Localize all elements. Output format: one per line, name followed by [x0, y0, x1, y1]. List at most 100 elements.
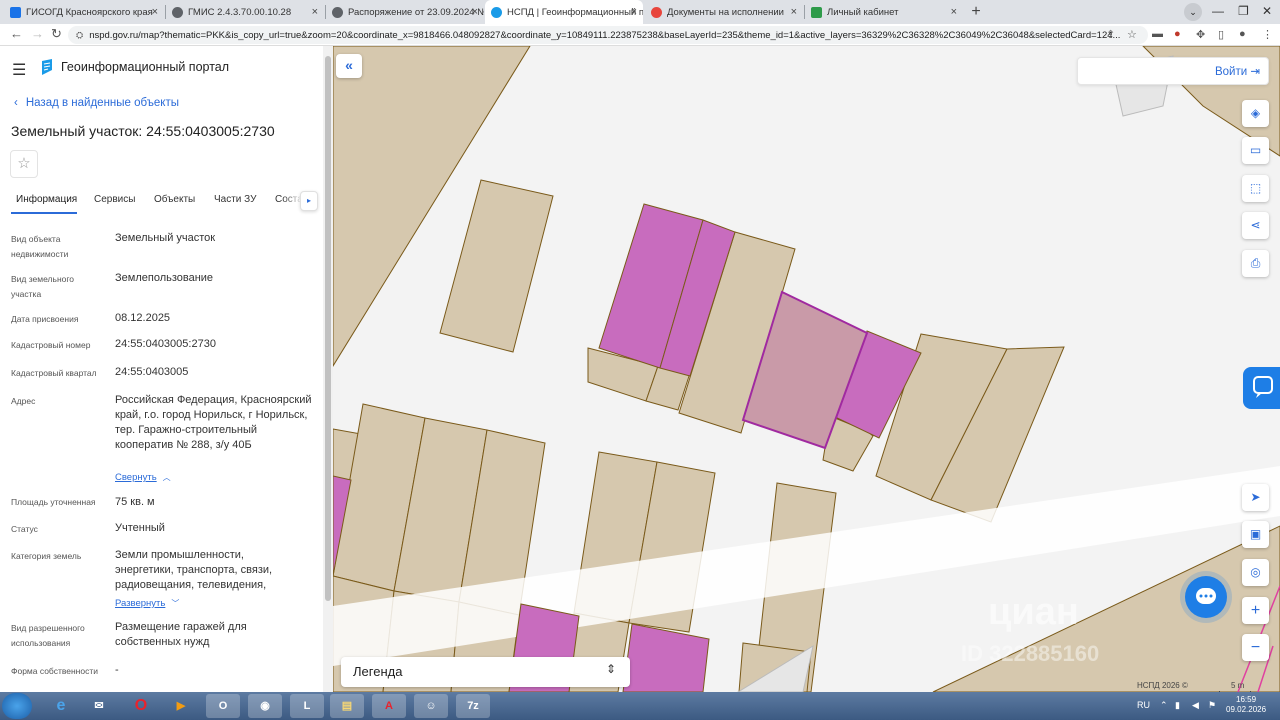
new-tab-button[interactable]: + [966, 2, 986, 22]
thunderbird-icon[interactable]: ✉ [82, 694, 116, 718]
close-tab-icon[interactable]: × [312, 6, 318, 18]
field-label: Форма собственности [11, 666, 98, 676]
extension-icon[interactable]: ● [1174, 28, 1181, 40]
close-tab-icon[interactable]: × [472, 6, 478, 18]
expand-link[interactable]: Развернуть ﹀ [115, 595, 179, 609]
ie-icon[interactable]: e [44, 694, 78, 718]
tab-favicon-icon [172, 6, 183, 18]
field-value: Размещение гаражей для собственных нужд [115, 621, 247, 648]
chrome-icon[interactable]: ◉ [248, 694, 282, 718]
share-page-icon[interactable]: ⇪ [1106, 28, 1115, 41]
legend-selector[interactable]: Легенда ⇕ [341, 657, 630, 687]
site-info-icon[interactable]: ⛭ [76, 30, 83, 41]
system-clock[interactable]: 16:59 09.02.2026 [1226, 695, 1266, 715]
start-button[interactable] [2, 693, 32, 719]
user-icon[interactable]: ☺ [414, 694, 448, 718]
cadastral-map [333, 46, 1280, 692]
close-tab-icon[interactable]: × [791, 6, 797, 18]
field-value-address: Российская Федерация, Красноярский край,… [115, 394, 312, 451]
network-icon[interactable]: ▮ [1175, 700, 1180, 711]
tray-expand-icon[interactable]: ⌃ [1160, 700, 1168, 711]
tab-objects[interactable]: Объекты [154, 194, 195, 205]
tab-services[interactable]: Сервисы [94, 194, 135, 205]
collapse-panel-button[interactable]: « [336, 54, 362, 78]
ruler-icon[interactable]: ▭ [1242, 137, 1269, 164]
geolocate-icon[interactable]: ◎ [1242, 559, 1269, 586]
tab-parts[interactable]: Части ЗУ [214, 194, 256, 205]
field-value: 24:55:0403005:2730 [115, 338, 216, 350]
collapse-link[interactable]: Свернуть ︿ [115, 469, 171, 483]
map-view[interactable]: циан ID 322885160 « Войти ⇥ ◈ ▭ ⬚ ⋖ ⎙ ➤ … [333, 46, 1280, 692]
portal-title: Геоинформационный портал [61, 60, 230, 74]
locate-icon[interactable]: ➤ [1242, 484, 1269, 511]
browser-tab[interactable]: Личный кабинет × [805, 0, 963, 24]
tab-favicon-icon [10, 6, 21, 18]
hamburger-menu-icon[interactable]: ☰ [12, 60, 26, 80]
close-tab-icon[interactable]: × [152, 6, 158, 18]
chevron-down-icon: ﹀ [171, 599, 180, 608]
tab-search-icon[interactable]: ⌄ [1184, 3, 1202, 21]
reload-icon[interactable]: ↻ [51, 26, 62, 42]
language-indicator[interactable]: RU [1137, 700, 1150, 710]
bookmark-star-icon[interactable]: ☆ [1127, 28, 1137, 41]
acrobat-icon[interactable]: A [372, 694, 406, 718]
browser-tab[interactable]: Документы на исполнении × [645, 0, 803, 24]
chat-side-icon[interactable] [1243, 367, 1280, 409]
volume-icon[interactable]: ◀ [1192, 700, 1199, 711]
browser-tab[interactable]: Распоряжение от 23.09.2024 № × [326, 0, 484, 24]
field-value: Земли промышленности, энергетики, трансп… [115, 549, 273, 591]
address-input[interactable]: ⛭ nspd.gov.ru/map?thematic=PKK&is_copy_ur… [68, 26, 1148, 44]
map-parcel [439, 179, 554, 353]
field-value: Земельный участок [115, 232, 216, 244]
tabs-scroll-right-button[interactable]: ▸ [300, 191, 318, 211]
opera-icon[interactable]: O [124, 694, 158, 718]
browser-menu-icon[interactable]: ⋮ [1262, 28, 1273, 41]
zoom-out-icon[interactable]: − [1242, 634, 1269, 661]
chat-button[interactable] [1185, 576, 1227, 618]
scrollbar-thumb[interactable] [325, 56, 331, 601]
tab-information[interactable]: Информация [16, 194, 77, 205]
zoom-in-icon[interactable]: + [1242, 597, 1269, 624]
login-button[interactable]: Войти ⇥ [1215, 64, 1260, 78]
layers-icon[interactable]: ◈ [1242, 100, 1269, 127]
sidepanel-icon[interactable]: ▯ [1218, 28, 1224, 41]
map-parcel-highlight [622, 623, 710, 692]
windows-taskbar: e ✉ O ▶ O ◉ L ▤ A ☺ 7z RU ⌃ ▮ ◀ ⚑ 16:59 0… [0, 692, 1280, 720]
select-area-icon[interactable]: ⬚ [1242, 175, 1269, 202]
7zip-icon[interactable]: 7z [456, 694, 490, 718]
print-icon[interactable]: ⎙ [1242, 250, 1269, 277]
profile-icon[interactable]: ● [1239, 28, 1246, 40]
field-label: Категория земель [11, 551, 82, 561]
browser-tab[interactable]: ГИСОГД Красноярского края × [4, 0, 164, 24]
back-to-results-link[interactable]: ‹ Назад в найденные объекты [14, 97, 179, 109]
extension-icon[interactable]: ▬ [1152, 28, 1163, 40]
browser-tab[interactable]: ГМИС 2.4.3.70.00.10.28 × [166, 0, 324, 24]
tab-favicon-icon [332, 6, 343, 18]
watermark-id: ID 322885160 [961, 641, 1100, 666]
close-tab-icon[interactable]: × [631, 6, 637, 18]
minimap-icon[interactable]: ▣ [1242, 521, 1269, 548]
extensions-puzzle-icon[interactable]: ✥ [1196, 28, 1205, 41]
flag-icon[interactable]: ⚑ [1208, 700, 1216, 711]
close-window-icon[interactable]: ✕ [1262, 4, 1272, 18]
field-label: Дата присвоения [11, 314, 79, 324]
minimize-icon[interactable]: — [1212, 4, 1224, 18]
maximize-icon[interactable]: ❐ [1238, 4, 1249, 18]
browser-tab-active[interactable]: НСПД | Геоинформационный п × [485, 0, 643, 24]
close-tab-icon[interactable]: × [951, 6, 957, 18]
explorer-icon[interactable]: ▤ [330, 694, 364, 718]
field-value: 24:55:0403005 [115, 366, 189, 378]
copyright-text: НСПД 2026 © [1137, 681, 1188, 690]
share-icon[interactable]: ⋖ [1242, 212, 1269, 239]
login-bar[interactable]: Войти ⇥ [1077, 57, 1269, 85]
tab-favicon-icon [651, 6, 662, 18]
login-arrow-icon: ⇥ [1250, 66, 1260, 78]
sidebar-scrollbar[interactable] [323, 46, 333, 692]
back-arrow-icon[interactable]: ← [10, 26, 23, 41]
favorite-star-button[interactable]: ☆ [10, 150, 38, 178]
field-value: Учтенный [115, 522, 165, 534]
media-player-icon[interactable]: ▶ [164, 694, 198, 718]
lync-icon[interactable]: L [290, 694, 324, 718]
outlook-icon[interactable]: O [206, 694, 240, 718]
forward-arrow-icon[interactable]: → [31, 26, 44, 41]
